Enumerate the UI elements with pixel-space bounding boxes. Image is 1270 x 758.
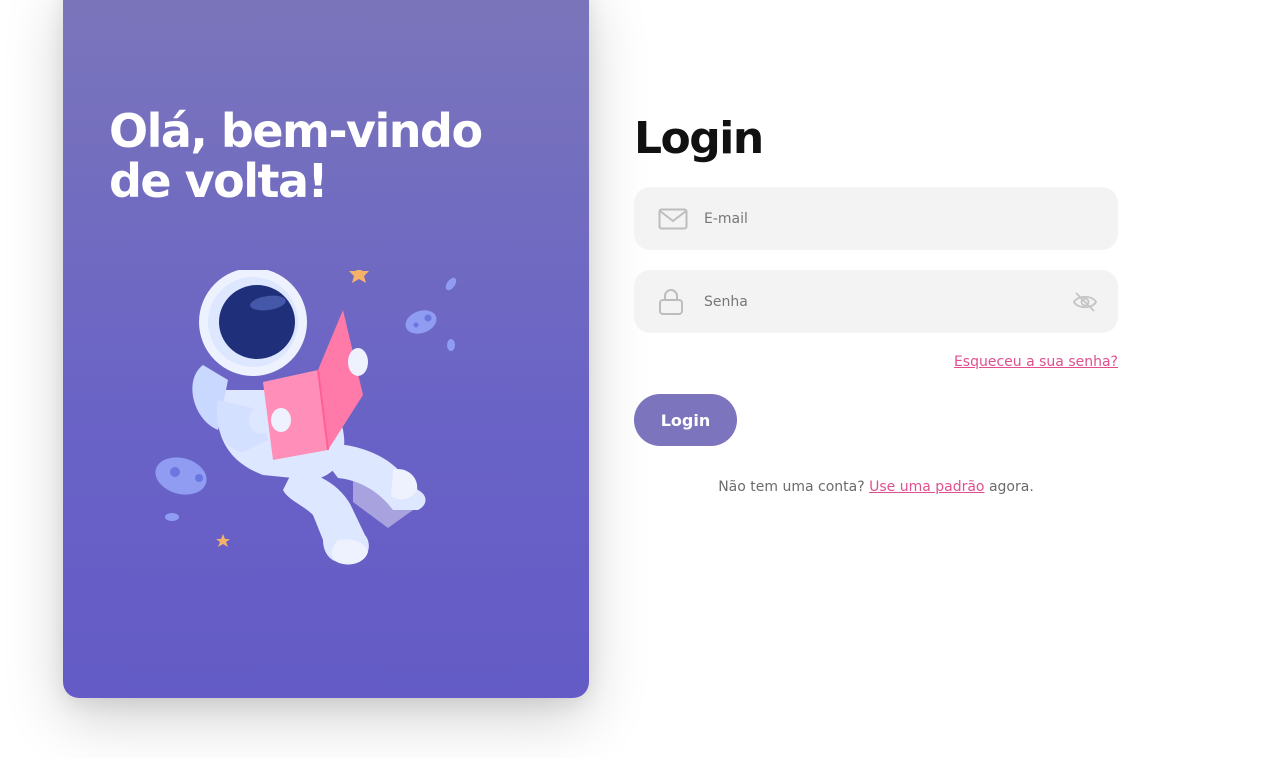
login-page: Olá, bem-vindo de volta! Login E-mail Es… xyxy=(0,0,1270,758)
mail-icon xyxy=(658,208,688,230)
signup-prompt: Não tem uma conta? Use uma padrão agora. xyxy=(634,479,1118,495)
welcome-title: Olá, bem-vindo de volta! xyxy=(109,104,483,208)
signup-suffix: agora. xyxy=(988,479,1034,495)
login-title: Login xyxy=(634,113,764,164)
star-icon xyxy=(349,270,369,283)
lock-icon xyxy=(658,288,684,316)
signup-prefix: Não tem uma conta? xyxy=(718,479,865,495)
login-button[interactable]: Login xyxy=(634,394,737,446)
star-icon xyxy=(216,534,230,547)
welcome-panel: Olá, bem-vindo de volta! xyxy=(63,0,589,698)
astronaut-reading-illustration xyxy=(155,270,457,565)
forgot-password-link[interactable]: Esqueceu a sua senha? xyxy=(954,354,1118,370)
password-input[interactable] xyxy=(704,270,1064,333)
password-field[interactable] xyxy=(634,270,1118,333)
email-field[interactable] xyxy=(634,187,1118,250)
email-input[interactable] xyxy=(704,187,1064,250)
eye-off-icon[interactable] xyxy=(1072,291,1098,313)
use-default-account-link[interactable]: Use uma padrão xyxy=(869,479,984,495)
